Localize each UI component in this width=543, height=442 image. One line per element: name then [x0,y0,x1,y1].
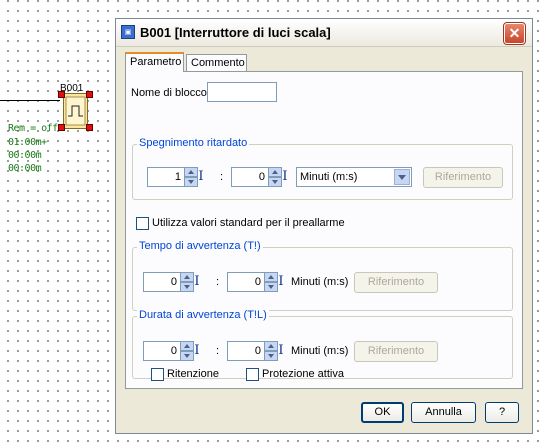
selection-handle[interactable] [86,124,93,131]
selection-handle[interactable] [86,91,93,98]
block-param-rem: Rem = off [8,123,58,134]
spin-up-icon[interactable] [264,272,278,282]
spin-down-icon[interactable] [268,177,282,187]
time-unit-select[interactable]: Minuti (m:s) [296,167,412,187]
spin-down-icon[interactable] [264,282,278,292]
protection-checkbox[interactable] [246,368,259,381]
text-cursor-icon: I [278,343,284,358]
connector-wire [0,100,60,101]
off-delay-title: Spegnimento ritardato [137,137,250,149]
spin-up-icon[interactable] [180,341,194,351]
block-name-input[interactable] [207,82,277,102]
warning-duration-value-a[interactable]: 0 [143,341,181,361]
cancel-button[interactable]: Annulla [411,402,476,423]
time-separator: : [220,171,224,183]
title-bar[interactable]: ▣ B001 [Interruttore di luci scala] ✕ [116,19,532,47]
block-param-on-time: 01:00m+ [8,137,47,148]
text-cursor-icon: I [194,274,200,289]
protection-label[interactable]: Protezione attiva [262,368,344,380]
help-button[interactable]: ? [485,402,519,423]
time-separator: : [216,345,220,357]
off-delay-value-b[interactable]: 0 [231,167,269,187]
spin-down-icon[interactable] [264,351,278,361]
off-delay-group: Spegnimento ritardato 1 I : 0 I Minuti (… [132,137,513,200]
spin-down-icon[interactable] [180,351,194,361]
text-cursor-icon: I [194,343,200,358]
tab-commento[interactable]: Commento [186,54,247,71]
text-cursor-icon: I [198,169,204,184]
parameter-panel: Nome di blocco Spegnimento ritardato 1 I… [125,71,523,389]
off-delay-reference-button[interactable]: Riferimento [423,167,503,188]
warning-duration-value-b[interactable]: 0 [227,341,265,361]
spin-up-icon[interactable] [180,272,194,282]
warning-time-b-spinner[interactable] [264,272,278,292]
warning-time-value-a[interactable]: 0 [143,272,181,292]
spin-down-icon[interactable] [184,177,198,187]
warning-duration-a-spinner[interactable] [180,341,194,361]
warning-time-group: Tempo di avvertenza (T!) 0 I : 0 I Minut… [132,240,513,311]
dialog-title: B001 [Interruttore di luci scala] [140,25,331,40]
tab-parametro[interactable]: Parametro [125,52,184,72]
text-cursor-icon: I [282,169,288,184]
warning-duration-title: Durata di avvertenza (T!L) [137,309,269,321]
warning-time-title: Tempo di avvertenza (T!) [137,240,263,252]
chevron-down-icon[interactable] [394,169,410,185]
warning-time-value-b[interactable]: 0 [227,272,265,292]
off-delay-b-spinner[interactable] [268,167,282,187]
warning-duration-unit: Minuti (m:s) [291,345,349,357]
off-delay-a-spinner[interactable] [184,167,198,187]
selection-handle[interactable] [58,124,65,131]
block-param-warn-time: 00:00m [8,150,42,161]
timer-symbol-icon [65,96,86,126]
text-cursor-icon: I [278,274,284,289]
warning-duration-reference-button[interactable]: Riferimento [354,341,438,362]
spin-up-icon[interactable] [268,167,282,177]
retention-label[interactable]: Ritenzione [167,368,219,380]
time-separator: : [216,276,220,288]
spin-up-icon[interactable] [264,341,278,351]
use-defaults-label[interactable]: Utilizza valori standard per il preallar… [152,217,345,229]
warning-time-unit: Minuti (m:s) [291,276,349,288]
staircase-switch-block[interactable] [63,93,88,129]
block-properties-dialog: ▣ B001 [Interruttore di luci scala] ✕ Pa… [115,18,533,434]
use-defaults-checkbox[interactable] [136,217,149,230]
warning-time-reference-button[interactable]: Riferimento [354,272,438,293]
block-name-label: Nome di blocco [131,87,207,99]
block-app-icon: ▣ [121,25,135,39]
close-button[interactable]: ✕ [503,22,526,45]
spin-down-icon[interactable] [180,282,194,292]
time-unit-value: Minuti (m:s) [300,171,358,183]
block-param-warn-duration: 00:00m [8,163,42,174]
warning-time-a-spinner[interactable] [180,272,194,292]
warning-duration-b-spinner[interactable] [264,341,278,361]
off-delay-value-a[interactable]: 1 [147,167,185,187]
ok-button[interactable]: OK [361,402,404,423]
retention-checkbox[interactable] [151,368,164,381]
selection-handle[interactable] [58,91,65,98]
spin-up-icon[interactable] [184,167,198,177]
